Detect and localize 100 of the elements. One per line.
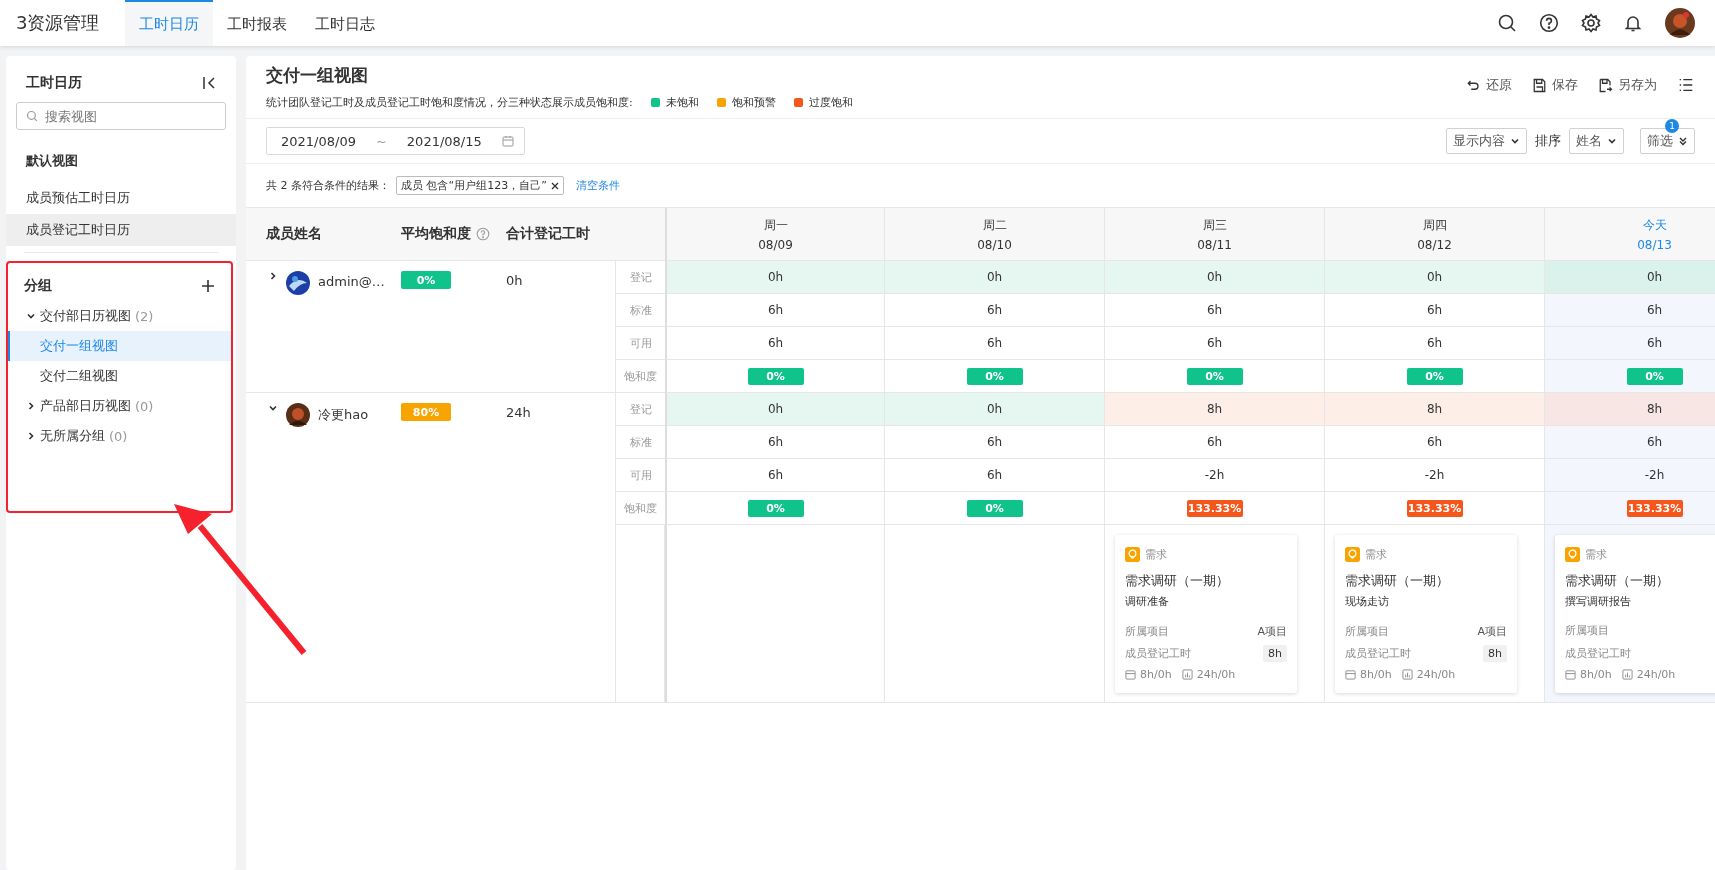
collapse-icon[interactable] [202,76,218,90]
count-badge: 1 [1665,119,1679,133]
view-description: 统计团队登记工时及成员登记工时饱和度情况，分三种状态展示成员饱和度: [266,95,633,110]
column-header: 成员姓名 [266,225,322,243]
legend-label: 饱和预警 [731,95,776,110]
saturation-badge: 0% [1406,367,1463,385]
help-icon[interactable] [1539,13,1559,33]
group-item[interactable]: 交付部日历视图 (2) [8,301,231,331]
chevron-icon[interactable] [26,401,36,411]
column-header: 平均饱和度 [401,225,471,243]
sort-dropdown[interactable]: 姓名 [1569,128,1624,154]
nav-tab[interactable]: 工时报表 [213,0,302,46]
display-dropdown[interactable]: 显示内容 [1446,128,1527,154]
table-cell: 6h [665,294,885,327]
field-label: 成员登记工时 [1565,645,1631,661]
group-name[interactable]: 交付部日历视图 [40,307,131,325]
nav-tab[interactable]: 工时日志 [301,0,390,46]
total-hours: 24h/0h [1196,668,1236,681]
calendar-icon [501,135,514,147]
table-cell: 6h [1105,294,1325,327]
add-icon[interactable] [201,279,215,293]
view-item[interactable]: 成员预估工时日历 [6,182,236,214]
saturation-badge: 0% [1626,367,1683,385]
table-cell: 0h [1105,261,1325,294]
view-item[interactable]: 成员登记工时日历 [6,214,236,246]
double-chevron-icon [1678,136,1688,146]
table-cell: -2h [1105,459,1325,492]
bulb-icon [1565,547,1580,562]
chevron-icon[interactable] [26,311,36,321]
chart-icon [1181,669,1193,680]
task-type: 需求 [1365,547,1387,562]
table-cell: 6h [1545,426,1715,459]
plan-hours: 8h/0h [1360,668,1392,681]
toolbar-button[interactable]: 另存为 [1598,76,1657,94]
column-header: 合计登记工时 [506,225,590,243]
clear-link[interactable]: 清空条件 [575,178,620,193]
task-type: 需求 [1145,547,1167,562]
search-field[interactable]: 搜索视图 [16,102,226,130]
table-cell: 6h [1325,327,1545,360]
settings-icon[interactable] [1581,13,1601,33]
chevron-icon[interactable] [268,403,278,413]
avatar[interactable] [1665,8,1695,38]
view-title: 交付一组视图 [266,64,369,87]
plan-hours: 8h/0h [1580,668,1612,681]
task-title: 需求调研（一期） [1125,572,1230,590]
task-card[interactable]: 需求 需求调研（一期） 调研准备 所属项目 A项目 成员登记工时 8h 8h/0h 24h/0h [1115,535,1297,693]
avatar [286,271,310,295]
weekday-label: 周三 [1202,216,1227,234]
bell-icon[interactable] [1623,13,1643,33]
table-cell: 0h [665,393,885,426]
chevron-icon[interactable] [1607,136,1617,146]
section-title: 默认视图 [24,152,79,170]
search-icon [26,110,38,122]
table-cell: 6h [665,426,885,459]
calendar-icon [1125,669,1136,680]
chevron-icon[interactable] [1510,136,1520,146]
toolbar-button[interactable]: 还原 [1466,76,1512,94]
saturation-badge: 0% [966,499,1023,517]
table-cell: 6h [1105,426,1325,459]
view-item[interactable]: 交付二组视图 [8,361,231,391]
table-cell: 6h [1545,294,1715,327]
table-cell: -2h [1325,459,1545,492]
filter-button[interactable]: 筛选 [1640,128,1695,154]
group-item[interactable]: 产品部日历视图 (0) [8,391,231,421]
table-cell: 6h [1325,426,1545,459]
task-card[interactable]: 需求 需求调研（一期） 现场走访 所属项目 A项目 成员登记工时 8h 8h/0h 24h/0h [1335,535,1517,693]
chevron-icon[interactable] [26,431,36,441]
chevron-icon[interactable] [268,271,278,281]
sidebar-title: 工时日历 [26,74,82,92]
date-label: 08/12 [1417,237,1452,252]
field-value: A项目 [1257,624,1287,639]
list-icon[interactable] [1677,76,1695,94]
app-logo: 3资源管理 [15,11,101,35]
saturation-badge: 0% [747,499,804,517]
save-icon [1532,77,1547,93]
table-cell: 6h [1105,327,1325,360]
result-count: 共 2 条符合条件的结果： [266,178,390,193]
calendar-icon [1565,669,1576,680]
weekday-label: 周一 [763,216,788,234]
bulb-icon [1125,547,1140,562]
table-cell: 8h [1545,393,1715,426]
saturation-badge: 0% [966,367,1023,385]
date-range-field[interactable]: 2021/08/09 ~ 2021/08/15 [266,127,525,155]
toolbar-button[interactable]: 保存 [1532,76,1578,94]
date-label: 08/09 [758,237,793,252]
group-name[interactable]: 产品部日历视图 [40,397,131,415]
table-cell: 6h [665,327,885,360]
calendar-icon [1345,669,1356,680]
group-item[interactable]: 无所属分组 (0) [8,421,231,451]
avatar [286,403,310,427]
close-icon[interactable] [550,181,559,190]
saturation-badge: 133.33% [1406,499,1463,517]
task-card[interactable]: 需求 需求调研（一期） 撰写调研报告 所属项目 成员登记工时 8h/0h 24h/0h [1555,535,1715,693]
group-name[interactable]: 无所属分组 [40,427,105,445]
saturation-badge: 0% [1186,367,1243,385]
legend-label: 未饱和 [665,95,699,110]
weekday-label: 周四 [1422,216,1447,234]
search-icon[interactable] [1497,13,1517,33]
nav-tab[interactable]: 工时日历 [125,0,214,46]
table-cell: 6h [1325,294,1545,327]
